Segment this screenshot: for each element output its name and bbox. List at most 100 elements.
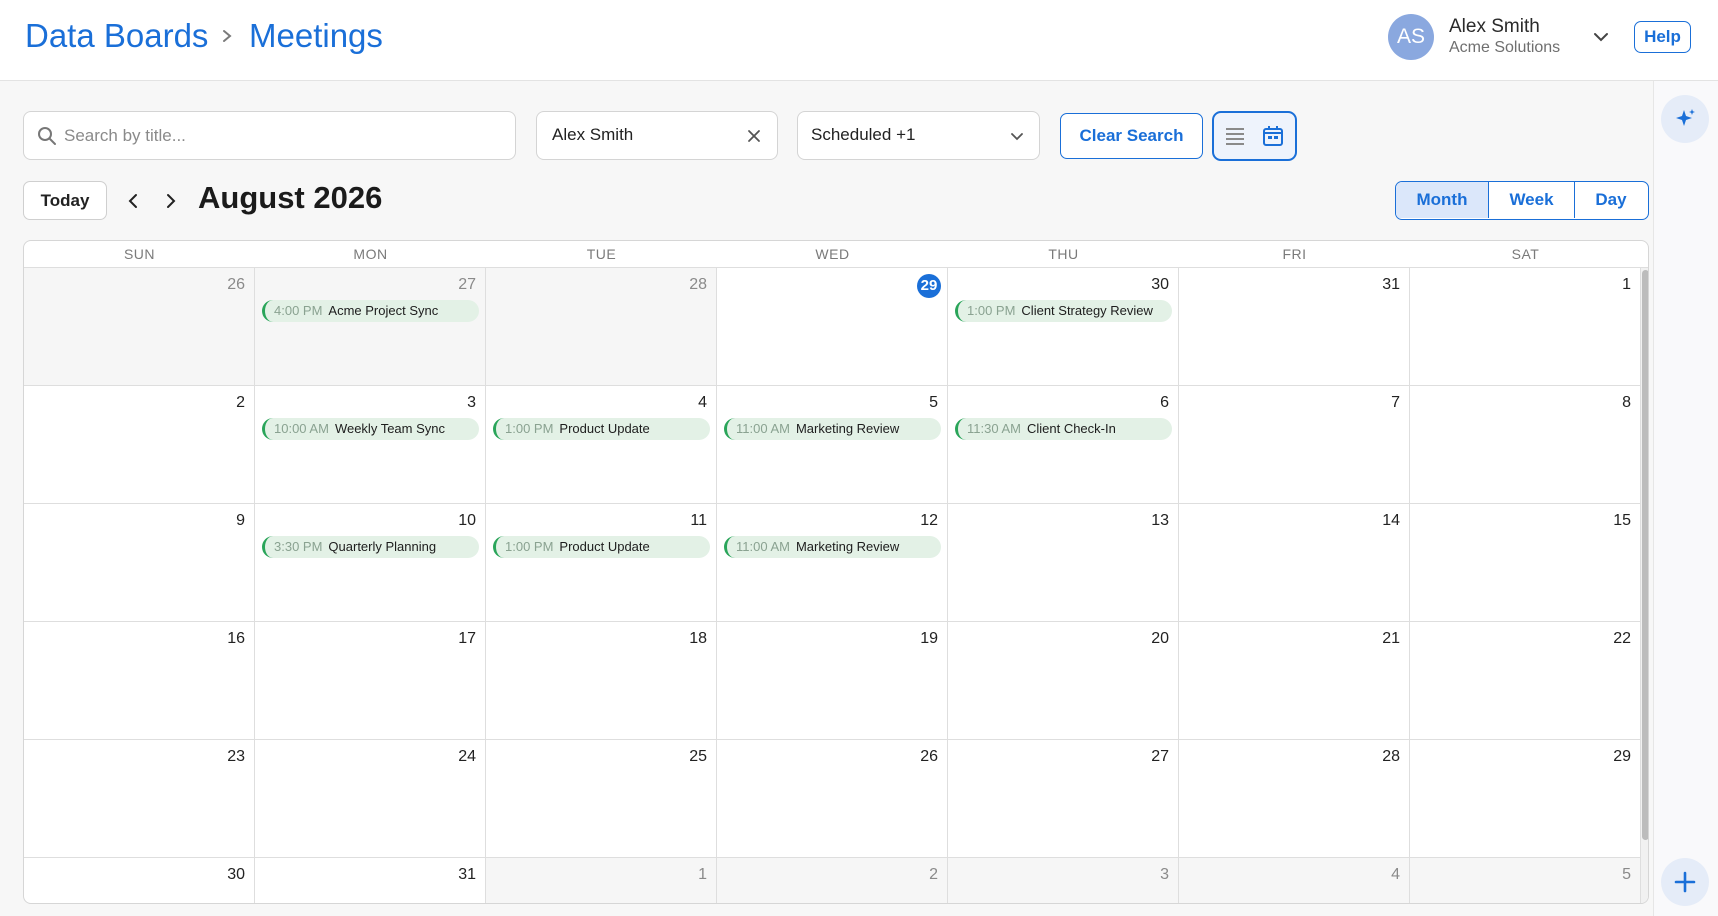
breadcrumb-current: Meetings (249, 17, 383, 54)
event-time: 11:00 AM (736, 539, 790, 554)
day-cell[interactable]: 13 (948, 504, 1179, 621)
ai-assistant-button[interactable] (1661, 95, 1709, 143)
day-cell[interactable]: 30 1:00 PM Client Strategy Review (948, 268, 1179, 385)
calendar-scrollbar[interactable] (1641, 268, 1648, 903)
day-cell[interactable]: 15 (1410, 504, 1641, 621)
event-chip[interactable]: 1:00 PM Client Strategy Review (955, 300, 1172, 322)
user-org: Acme Solutions (1449, 39, 1561, 56)
day-cell[interactable]: 1 (1410, 268, 1641, 385)
day-cell[interactable]: 27 (948, 740, 1179, 857)
day-cell[interactable]: 7 (1179, 386, 1410, 503)
chevron-left-icon[interactable] (122, 189, 144, 213)
day-number: 11 (690, 512, 707, 529)
day-cell[interactable]: 26 (24, 268, 255, 385)
day-number: 31 (1382, 276, 1400, 293)
day-cell[interactable]: 8 (1410, 386, 1641, 503)
day-cell[interactable]: 3 10:00 AM Weekly Team Sync (255, 386, 486, 503)
day-cell[interactable]: 26 (717, 740, 948, 857)
day-cell[interactable]: 25 (486, 740, 717, 857)
scrollbar-thumb[interactable] (1642, 270, 1648, 840)
view-week-button[interactable]: Week (1489, 182, 1575, 218)
event-chip[interactable]: 11:00 AM Marketing Review (724, 418, 941, 440)
status-filter[interactable]: Scheduled +1 (797, 111, 1040, 160)
day-cell[interactable]: 10 3:30 PM Quarterly Planning (255, 504, 486, 621)
day-cell[interactable]: 29 (1410, 740, 1641, 857)
breadcrumb-root[interactable]: Data Boards (25, 16, 208, 56)
search-icon (38, 127, 56, 145)
chevron-down-icon[interactable] (1592, 28, 1610, 46)
day-number: 30 (1151, 276, 1169, 293)
day-cell[interactable]: 9 (24, 504, 255, 621)
day-cell[interactable]: 5 (1410, 858, 1641, 903)
day-cell[interactable]: 28 (486, 268, 717, 385)
day-cell[interactable]: 19 (717, 622, 948, 739)
day-number: 8 (1622, 394, 1631, 411)
day-cell[interactable]: 6 11:30 AM Client Check-In (948, 386, 1179, 503)
day-number: 14 (1382, 512, 1400, 529)
day-cell[interactable]: 2 (717, 858, 948, 903)
add-meeting-button[interactable] (1661, 858, 1709, 906)
day-cell[interactable]: 21 (1179, 622, 1410, 739)
day-cell[interactable]: 28 (1179, 740, 1410, 857)
search-input[interactable] (64, 113, 504, 158)
sparkle-icon (1676, 109, 1695, 126)
week-row: 16 17 18 19 20 21 22 (24, 622, 1641, 740)
day-cell[interactable]: 14 (1179, 504, 1410, 621)
day-cell[interactable]: 24 (255, 740, 486, 857)
day-number: 16 (227, 630, 245, 647)
event-chip[interactable]: 10:00 AM Weekly Team Sync (262, 418, 479, 440)
day-cell[interactable]: 31 (1179, 268, 1410, 385)
clear-search-button[interactable]: Clear Search (1060, 113, 1203, 159)
event-time: 1:00 PM (505, 539, 554, 554)
list-icon[interactable] (1224, 125, 1246, 147)
day-cell[interactable]: 12 11:00 AM Marketing Review (717, 504, 948, 621)
event-chip[interactable]: 11:00 AM Marketing Review (724, 536, 941, 558)
weekday-header: SUN MON TUE WED THU FRI SAT (24, 241, 1648, 268)
day-cell[interactable]: 23 (24, 740, 255, 857)
view-month-button[interactable]: Month (1396, 182, 1489, 218)
day-cell[interactable]: 31 (255, 858, 486, 903)
week-row: 26 27 4:00 PM Acme Project Sync 28 29 30 1:00 P… (24, 268, 1641, 386)
day-cell[interactable]: 27 4:00 PM Acme Project Sync (255, 268, 486, 385)
event-chip[interactable]: 1:00 PM Product Update (493, 418, 710, 440)
day-number: 1 (698, 866, 707, 883)
week-row: 2 3 10:00 AM Weekly Team Sync 4 1:00 PM Produc… (24, 386, 1641, 504)
day-cell[interactable]: 4 1:00 PM Product Update (486, 386, 717, 503)
day-cell[interactable]: 5 11:00 AM Marketing Review (717, 386, 948, 503)
day-cell[interactable]: 29 (717, 268, 948, 385)
plus-icon (1674, 871, 1696, 893)
day-number: 3 (1160, 866, 1169, 883)
day-cell[interactable]: 17 (255, 622, 486, 739)
day-number: 10 (458, 512, 476, 529)
day-number: 4 (1391, 866, 1400, 883)
day-cell[interactable]: 18 (486, 622, 717, 739)
day-cell[interactable]: 30 (24, 858, 255, 903)
close-icon[interactable] (746, 128, 762, 144)
day-cell[interactable]: 16 (24, 622, 255, 739)
calendar-icon[interactable] (1261, 124, 1285, 148)
day-cell[interactable]: 20 (948, 622, 1179, 739)
weekday-label: WED (815, 246, 850, 262)
day-cell[interactable]: 3 (948, 858, 1179, 903)
view-day-button[interactable]: Day (1575, 182, 1647, 218)
event-chip[interactable]: 3:30 PM Quarterly Planning (262, 536, 479, 558)
day-cell[interactable]: 11 1:00 PM Product Update (486, 504, 717, 621)
week-row: 23 24 25 26 27 28 29 (24, 740, 1641, 858)
right-rail (1653, 81, 1718, 916)
day-number: 9 (236, 512, 245, 529)
day-cell[interactable]: 4 (1179, 858, 1410, 903)
avatar[interactable]: AS (1388, 14, 1434, 60)
today-button[interactable]: Today (23, 181, 107, 220)
help-button[interactable]: Help (1634, 21, 1691, 53)
day-cell[interactable]: 2 (24, 386, 255, 503)
day-cell[interactable]: 1 (486, 858, 717, 903)
day-number: 26 (227, 276, 245, 293)
event-chip[interactable]: 1:00 PM Product Update (493, 536, 710, 558)
day-cell[interactable]: 22 (1410, 622, 1641, 739)
user-name: Alex Smith (1449, 16, 1540, 37)
chevron-right-icon[interactable] (160, 189, 182, 213)
owner-filter[interactable]: Alex Smith (536, 111, 778, 160)
event-chip[interactable]: 4:00 PM Acme Project Sync (262, 300, 479, 322)
today-date-badge: 29 (917, 274, 941, 298)
event-chip[interactable]: 11:30 AM Client Check-In (955, 418, 1172, 440)
